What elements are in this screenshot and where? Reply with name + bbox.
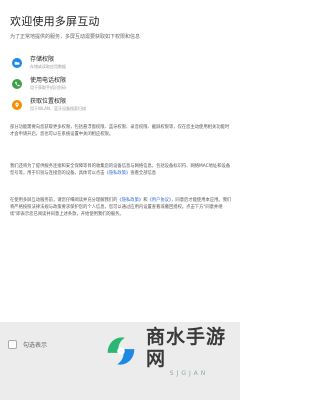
- permission-desc: 存储或读取应用数据: [30, 64, 66, 69]
- folder-icon: [12, 58, 22, 68]
- agreement-text: 在使用多屏互动服务前，请您仔细阅读并充分理解我们的《隐私政策》和《用户协议》，同…: [10, 197, 232, 218]
- permission-name: 获取位置权限: [30, 98, 67, 105]
- watermark-domain: SJGJAN: [169, 369, 209, 377]
- agreement-prefix: 在使用多屏互动服务前，请您仔细阅读并充分理解我们的: [10, 198, 118, 203]
- watermark-name: 商水手游网: [146, 325, 227, 370]
- permission-item-storage: 存储权限 存储或读取应用数据: [12, 56, 66, 70]
- device-info-text: 我们还将为了提供服务连接和安全保障等目的收集您的设备信息与网络信息，包括设备标识…: [10, 163, 232, 177]
- permission-item-location: 获取位置权限 用于WLAN、蓝牙设备搜索扫描: [12, 98, 86, 112]
- agreement-checkbox[interactable]: [8, 340, 17, 349]
- privacy-policy-link[interactable]: 《隐私政策》: [105, 171, 131, 176]
- location-icon: [12, 100, 22, 110]
- page-title: 欢迎使用多屏互动: [10, 15, 100, 28]
- device-info-suffix: 查看全部信息: [130, 171, 157, 176]
- permission-name: 使用电话权限: [30, 77, 67, 84]
- permission-desc: 用于WLAN、蓝牙设备搜索扫描: [30, 106, 87, 111]
- phone-icon: [12, 79, 22, 89]
- user-agreement-link[interactable]: 《用户协议》: [148, 198, 172, 203]
- watermark: 商水手游网 SJGJAN: [102, 325, 232, 377]
- checkbox-label: 勾选表示: [23, 342, 48, 349]
- permission-name: 存储权限: [30, 56, 55, 63]
- permission-desc: 用于获取手机识别码: [30, 85, 66, 90]
- agreement-check-row[interactable]: 勾选表示: [8, 340, 47, 349]
- watermark-logo-icon: [102, 332, 140, 370]
- permission-explanation-text: 部分功能需要向您获取更多权限，包括悬浮窗权限、蓝牙权限、录音权限、截屏权限等，仅…: [10, 125, 230, 137]
- permission-item-phone: 使用电话权限 用于获取手机识别码: [12, 77, 66, 91]
- privacy-policy-link[interactable]: 《隐私政策》: [117, 198, 143, 203]
- page-subtitle: 为了正常地提供的服务，多屏互动需要获取如下权限和信息: [10, 34, 141, 40]
